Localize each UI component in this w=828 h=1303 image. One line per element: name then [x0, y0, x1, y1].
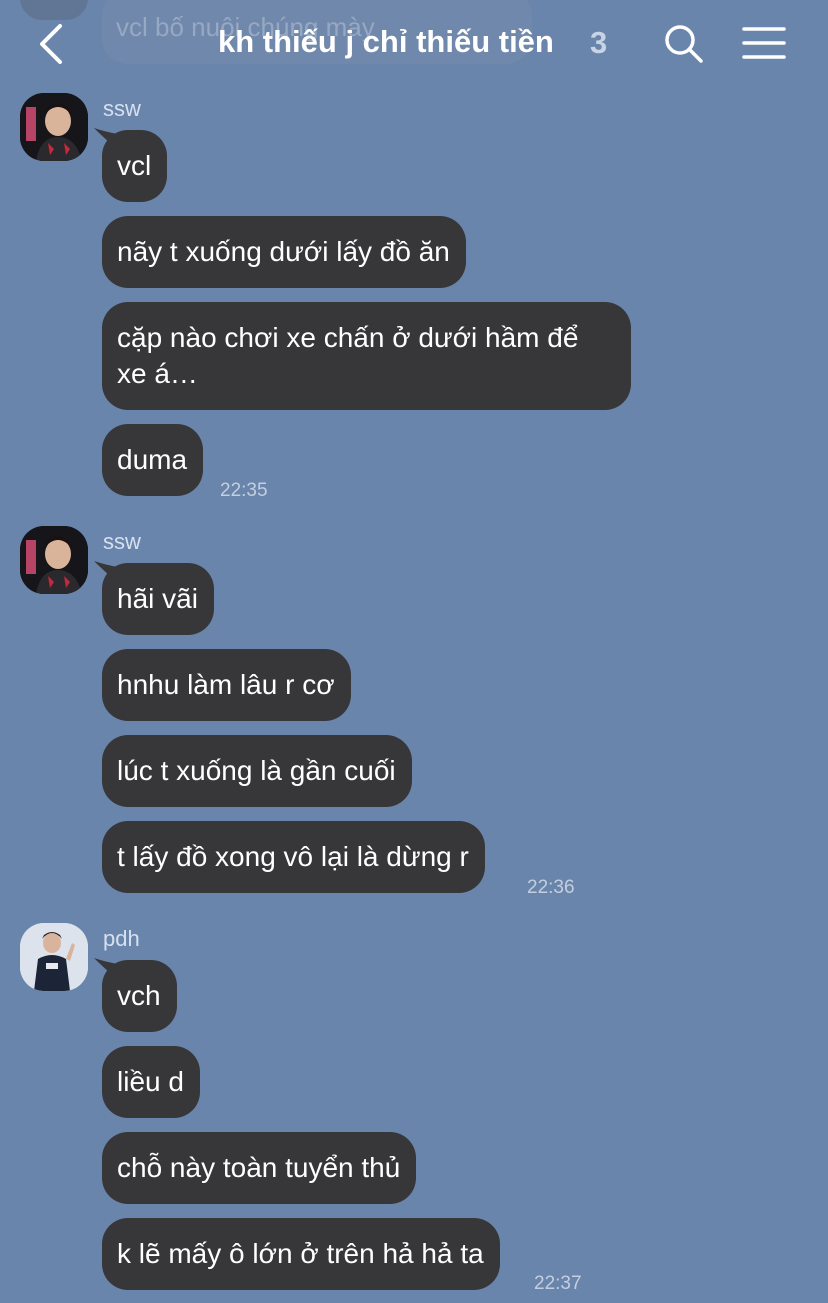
message-timestamp: 22:37 [534, 1273, 582, 1294]
message-bubble[interactable]: chỗ này toàn tuyển thủ [102, 1132, 417, 1204]
sender-name: ssw [103, 529, 141, 554]
message-timestamp: 22:36 [527, 877, 575, 898]
message-bubble[interactable]: duma [102, 424, 204, 496]
sender-name: pdh [103, 926, 140, 951]
message-bubble[interactable]: t lấy đồ xong vô lại là dừng r [102, 821, 485, 893]
avatar-ssw[interactable] [20, 526, 88, 594]
avatar-ssw[interactable] [20, 93, 88, 161]
sender-name: ssw [103, 96, 141, 121]
message-timestamp: 22:35 [220, 480, 268, 501]
member-count: 3 [590, 25, 608, 60]
message-bubble[interactable]: cặp nào chơi xe chấn ở dưới hầm để xe á… [102, 302, 631, 410]
search-icon [665, 25, 703, 63]
chat-title: kh thiếu j chỉ thiếu tiền [218, 24, 554, 59]
avatar-photo-icon [20, 923, 88, 991]
search-button[interactable] [662, 22, 706, 66]
message-bubble[interactable]: vch [102, 960, 177, 1032]
back-button[interactable] [34, 22, 74, 66]
avatar-photo-icon [20, 526, 88, 594]
message-bubble[interactable]: hnhu làm lâu r cơ [102, 649, 351, 721]
menu-button[interactable] [742, 24, 786, 64]
avatar-photo-icon [20, 93, 88, 161]
message-bubble[interactable]: liều d [102, 1046, 200, 1118]
avatar-pdh[interactable] [20, 923, 88, 991]
message-bubble[interactable]: vcl [102, 130, 168, 202]
menu-icon [742, 27, 786, 59]
message-bubble[interactable]: hãi vãi [102, 563, 214, 635]
message-bubble[interactable]: k lẽ mấy ô lớn ở trên hả hả ta [102, 1218, 500, 1290]
scrolled-avatar [20, 0, 88, 20]
back-chevron-icon [40, 24, 62, 64]
message-bubble[interactable]: nãy t xuống dưới lấy đồ ăn [102, 216, 466, 288]
chat-header: vcl bố nuôi chúng mày kh thiếu j chỉ thi… [0, 0, 828, 88]
message-bubble[interactable]: lúc t xuống là gần cuối [102, 735, 412, 807]
